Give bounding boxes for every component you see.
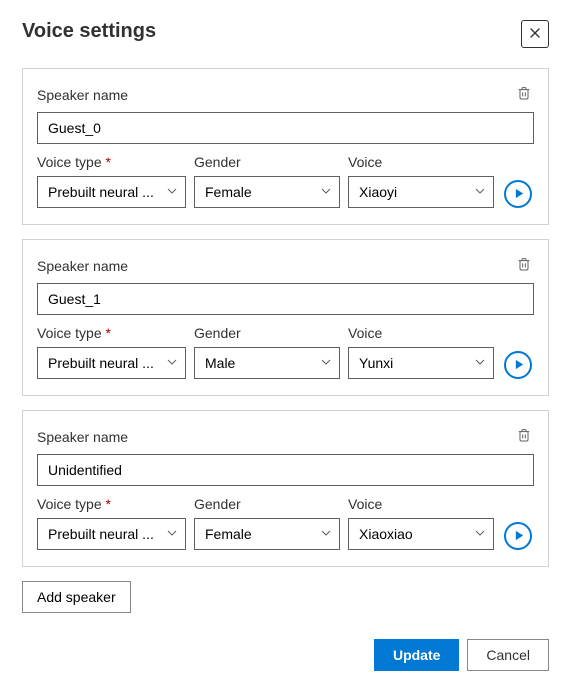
update-button[interactable]: Update bbox=[374, 639, 459, 671]
voice-select[interactable]: Xiaoxiao bbox=[348, 518, 494, 550]
speaker-card: Speaker name Voice type * Prebuilt neura… bbox=[22, 239, 549, 396]
voice-label: Voice bbox=[348, 496, 494, 512]
gender-label: Gender bbox=[194, 496, 340, 512]
speaker-card: Speaker name Voice type * Prebuilt neura… bbox=[22, 410, 549, 567]
speaker-name-input[interactable] bbox=[37, 112, 534, 144]
page-title: Voice settings bbox=[22, 20, 156, 43]
delete-speaker-button[interactable] bbox=[514, 254, 534, 277]
gender-select[interactable]: Male bbox=[194, 347, 340, 379]
voice-select[interactable]: Xiaoyi bbox=[348, 176, 494, 208]
gender-label: Gender bbox=[194, 325, 340, 341]
play-icon bbox=[512, 358, 525, 373]
speaker-name-label: Speaker name bbox=[37, 429, 128, 445]
play-voice-button[interactable] bbox=[504, 522, 532, 550]
cancel-button[interactable]: Cancel bbox=[467, 639, 549, 671]
voice-type-select[interactable]: Prebuilt neural ... bbox=[37, 518, 186, 550]
play-voice-button[interactable] bbox=[504, 351, 532, 379]
speaker-name-label: Speaker name bbox=[37, 87, 128, 103]
play-voice-button[interactable] bbox=[504, 180, 532, 208]
voice-type-label: Voice type * bbox=[37, 496, 186, 512]
trash-icon bbox=[516, 260, 532, 275]
close-button[interactable] bbox=[521, 20, 549, 48]
speaker-name-input[interactable] bbox=[37, 454, 534, 486]
delete-speaker-button[interactable] bbox=[514, 425, 534, 448]
voice-select[interactable]: Yunxi bbox=[348, 347, 494, 379]
close-icon bbox=[528, 26, 542, 43]
gender-select[interactable]: Female bbox=[194, 176, 340, 208]
voice-label: Voice bbox=[348, 325, 494, 341]
gender-label: Gender bbox=[194, 154, 340, 170]
gender-select[interactable]: Female bbox=[194, 518, 340, 550]
voice-label: Voice bbox=[348, 154, 494, 170]
speaker-card: Speaker name Voice type * Prebuilt neura… bbox=[22, 68, 549, 225]
voice-type-select[interactable]: Prebuilt neural ... bbox=[37, 176, 186, 208]
voice-type-label: Voice type * bbox=[37, 325, 186, 341]
voice-type-select[interactable]: Prebuilt neural ... bbox=[37, 347, 186, 379]
play-icon bbox=[512, 529, 525, 544]
trash-icon bbox=[516, 89, 532, 104]
delete-speaker-button[interactable] bbox=[514, 83, 534, 106]
speaker-name-input[interactable] bbox=[37, 283, 534, 315]
speaker-name-label: Speaker name bbox=[37, 258, 128, 274]
play-icon bbox=[512, 187, 525, 202]
trash-icon bbox=[516, 431, 532, 446]
add-speaker-button[interactable]: Add speaker bbox=[22, 581, 131, 613]
voice-type-label: Voice type * bbox=[37, 154, 186, 170]
